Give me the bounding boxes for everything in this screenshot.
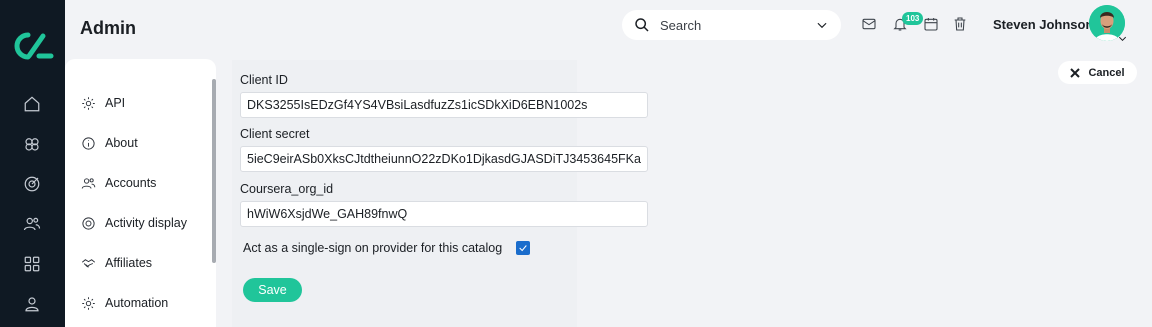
search-bar[interactable]: Search — [622, 10, 841, 40]
search-input[interactable]: Search — [660, 18, 815, 33]
menu-item-automation[interactable]: Automation — [81, 293, 168, 313]
chevron-down-icon[interactable] — [815, 18, 829, 32]
menu-item-label: Affiliates — [105, 256, 153, 270]
check-icon — [519, 245, 527, 252]
settings-menu: API About Accounts Activity display Affi… — [65, 59, 216, 327]
org-id-label: Coursera_org_id — [240, 182, 334, 196]
modules-icon[interactable] — [22, 134, 42, 154]
client-id-label: Client ID — [240, 73, 288, 87]
chevron-down-icon[interactable] — [1117, 31, 1128, 42]
menu-item-api[interactable]: API — [81, 93, 125, 113]
menu-item-about[interactable]: About — [81, 133, 138, 153]
home-icon[interactable] — [22, 94, 42, 114]
menu-item-affiliates[interactable]: Affiliates — [81, 253, 152, 273]
gear-icon — [82, 96, 95, 110]
app-logo[interactable] — [12, 30, 54, 62]
client-secret-label: Client secret — [240, 127, 310, 141]
org-id-field[interactable] — [240, 201, 648, 227]
menu-item-label: Activity display — [105, 216, 187, 230]
grid-icon[interactable] — [22, 254, 42, 274]
cancel-label: Cancel — [1088, 66, 1125, 79]
menu-item-label: About — [105, 136, 138, 150]
sso-option: Act as a single-sign on provider for thi… — [243, 241, 531, 255]
menu-item-label: Accounts — [105, 176, 157, 190]
save-button[interactable]: Save — [243, 278, 302, 302]
side-rail — [0, 0, 65, 327]
mail-icon[interactable] — [861, 16, 879, 34]
close-icon — [1070, 67, 1081, 78]
sso-label: Act as a single-sign on provider for thi… — [243, 241, 503, 255]
client-id-field[interactable] — [240, 92, 648, 118]
users-icon — [81, 177, 96, 189]
target-icon — [82, 216, 95, 230]
handshake-icon — [81, 258, 96, 268]
menu-scrollbar[interactable] — [212, 79, 216, 263]
gear-icon — [82, 296, 95, 310]
client-secret-field[interactable] — [240, 146, 648, 172]
target-icon[interactable] — [22, 174, 42, 194]
profile-icon[interactable] — [22, 294, 42, 314]
page-title: Admin — [80, 18, 136, 38]
menu-item-label: Automation — [105, 296, 169, 310]
notification-badge: 103 — [902, 12, 924, 25]
sso-checkbox[interactable] — [516, 241, 531, 255]
people-icon[interactable] — [22, 214, 42, 234]
trash-icon[interactable] — [952, 16, 970, 34]
search-icon — [635, 18, 649, 32]
menu-item-accounts[interactable]: Accounts — [81, 173, 156, 193]
calendar-icon[interactable] — [923, 16, 941, 34]
user-name: Steven Johnson — [993, 17, 1094, 32]
menu-item-label: API — [105, 96, 126, 110]
info-icon — [82, 136, 95, 150]
cancel-button[interactable]: Cancel — [1058, 61, 1137, 84]
menu-item-activity-display[interactable]: Activity display — [81, 213, 187, 233]
